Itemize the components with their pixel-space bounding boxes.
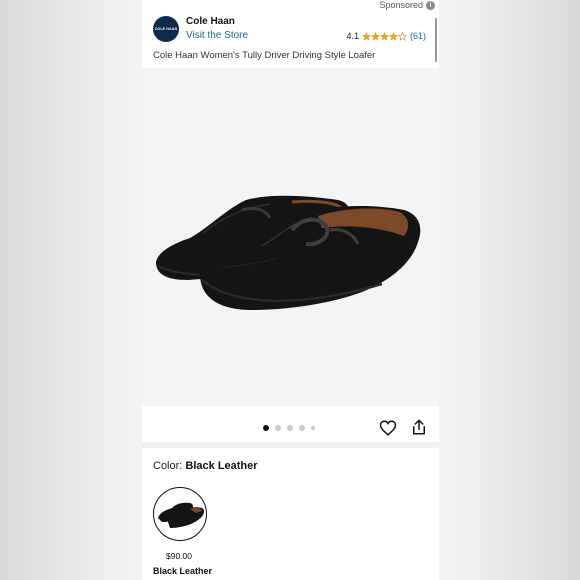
scrollbar[interactable] <box>435 18 437 62</box>
star-empty-icon <box>397 31 407 41</box>
star-full-icon <box>361 31 371 41</box>
share-icon[interactable] <box>410 418 428 436</box>
rating-count[interactable]: (61) <box>410 31 426 41</box>
product-page: Sponsored i COLE HAAN Cole Haan Visit th… <box>142 0 439 580</box>
color-selector-label: Color: Black Leather <box>153 460 258 472</box>
info-icon[interactable]: i <box>426 0 435 10</box>
rating[interactable]: 4.1 (61) <box>346 31 426 41</box>
product-title: Cole Haan Women's Tully Driver Driving S… <box>153 50 376 61</box>
sponsored-text: Sponsored <box>379 0 423 10</box>
sponsored-label[interactable]: Sponsored i <box>379 0 435 10</box>
swatch-price: $90.00 <box>166 551 192 561</box>
selected-color: Black Leather <box>185 460 258 472</box>
rating-value: 4.1 <box>346 31 359 41</box>
star-rating <box>361 31 407 41</box>
star-full-icon <box>370 31 380 41</box>
carousel-dots <box>263 425 315 431</box>
section-divider <box>142 442 439 448</box>
carousel-dot[interactable] <box>275 425 281 431</box>
heart-icon[interactable] <box>379 419 397 437</box>
swatch-thumbnail <box>158 502 205 528</box>
star-full-icon <box>379 31 389 41</box>
product-image[interactable] <box>142 68 439 406</box>
carousel-dot[interactable] <box>299 425 305 431</box>
carousel-dot[interactable] <box>311 426 315 430</box>
swatch-name: Black Leather <box>153 566 213 576</box>
color-label-text: Color: <box>153 460 186 472</box>
brand-header: COLE HAAN Cole Haan Visit the Store 4.1 … <box>153 16 433 44</box>
color-swatch-black-leather[interactable] <box>153 487 207 541</box>
carousel-dot[interactable] <box>287 425 293 431</box>
carousel-dot[interactable] <box>263 425 269 431</box>
visit-store-link[interactable]: Visit the Store <box>186 30 248 41</box>
star-full-icon <box>388 31 398 41</box>
brand-name: Cole Haan <box>186 16 235 27</box>
loafer-image <box>156 195 421 310</box>
brand-logo[interactable]: COLE HAAN <box>153 16 179 42</box>
